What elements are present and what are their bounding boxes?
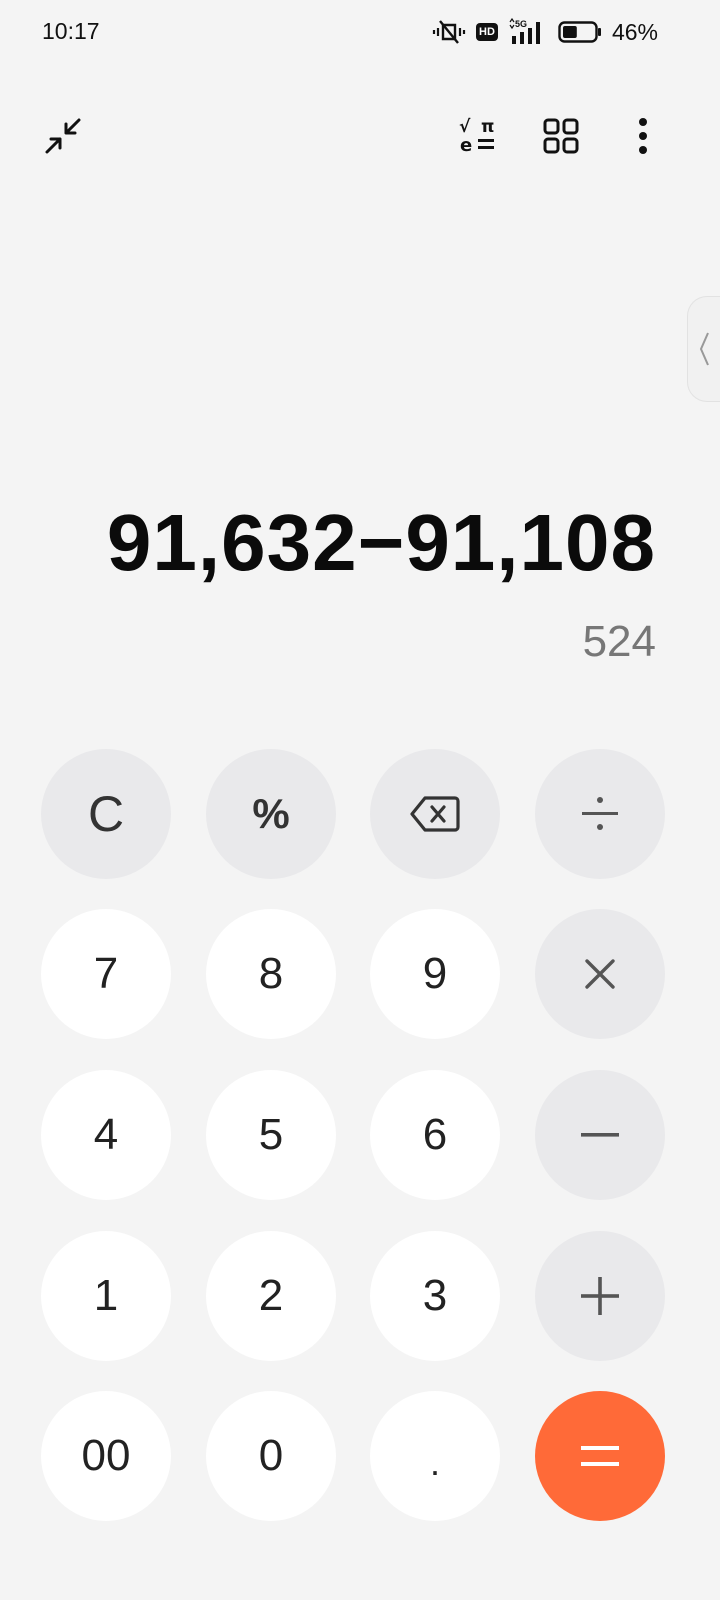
key-6-label: 6 [422, 1110, 448, 1159]
key-7-label: 7 [93, 949, 119, 998]
chevron-left-icon [699, 332, 709, 366]
status-icons: HD 5G 46% [432, 16, 658, 48]
expression-display: 91,632−91,108 [106, 498, 656, 587]
network-label: 5G [515, 19, 527, 29]
result-display: 524 [582, 617, 656, 666]
backspace-icon [410, 796, 460, 832]
key-5-label: 5 [258, 1110, 284, 1159]
key-00[interactable]: 00 [41, 1391, 171, 1521]
subtract-button[interactable] [535, 1070, 665, 1200]
divide-icon [582, 797, 618, 830]
scientific-functions-icon[interactable]: √ π e [449, 106, 509, 166]
divide-button[interactable] [535, 749, 665, 879]
key-4-label: 4 [93, 1110, 119, 1159]
key-0[interactable]: 0 [206, 1391, 336, 1521]
decimal-label: . [429, 1442, 440, 1483]
e-symbol: e [460, 135, 472, 156]
minus-icon [581, 1133, 619, 1137]
status-bar: 10:17 HD 5G 46% [0, 0, 720, 64]
equals-button[interactable] [535, 1391, 665, 1521]
collapse-arrows-icon[interactable] [33, 106, 93, 166]
clear-label: C [87, 786, 125, 842]
key-7[interactable]: 7 [41, 909, 171, 1039]
battery-percent: 46% [611, 18, 658, 45]
multiply-button[interactable] [535, 909, 665, 1039]
add-button[interactable] [535, 1231, 665, 1361]
key-8[interactable]: 8 [206, 909, 336, 1039]
backspace-button[interactable] [370, 749, 500, 879]
battery-icon [558, 20, 602, 44]
key-00-label: 00 [81, 1431, 131, 1480]
side-panel-handle[interactable] [687, 296, 720, 402]
key-9[interactable]: 9 [370, 909, 500, 1039]
key-1[interactable]: 1 [41, 1231, 171, 1361]
key-0-label: 0 [258, 1431, 284, 1480]
key-3-label: 3 [422, 1271, 448, 1320]
key-9-label: 9 [422, 949, 448, 998]
key-1-label: 1 [93, 1271, 119, 1320]
status-time: 10:17 [42, 18, 100, 44]
percent-label: % [252, 790, 290, 837]
key-6[interactable]: 6 [370, 1070, 500, 1200]
key-3[interactable]: 3 [370, 1231, 500, 1361]
more-vertical-icon[interactable] [613, 106, 673, 166]
pi-symbol: π [481, 117, 494, 137]
signal-5g-icon: 5G [508, 18, 548, 46]
equals-icon [581, 1446, 619, 1466]
grid-icon[interactable] [531, 106, 591, 166]
vibrate-silent-icon [432, 19, 466, 45]
key-2-label: 2 [258, 1271, 284, 1320]
hd-icon: HD [475, 23, 498, 41]
key-4[interactable]: 4 [41, 1070, 171, 1200]
key-5[interactable]: 5 [206, 1070, 336, 1200]
percent-button[interactable]: % [206, 749, 336, 879]
key-2[interactable]: 2 [206, 1231, 336, 1361]
sqrt-symbol: √ [459, 117, 471, 137]
key-8-label: 8 [258, 949, 284, 998]
multiply-icon [585, 959, 615, 989]
decimal-button[interactable]: . [370, 1391, 500, 1521]
clear-button[interactable]: C [41, 749, 171, 879]
calculator-screen: 10:17 HD 5G 46% √ π e 91,632−91,108 524 … [0, 0, 720, 1600]
plus-icon [581, 1277, 619, 1315]
